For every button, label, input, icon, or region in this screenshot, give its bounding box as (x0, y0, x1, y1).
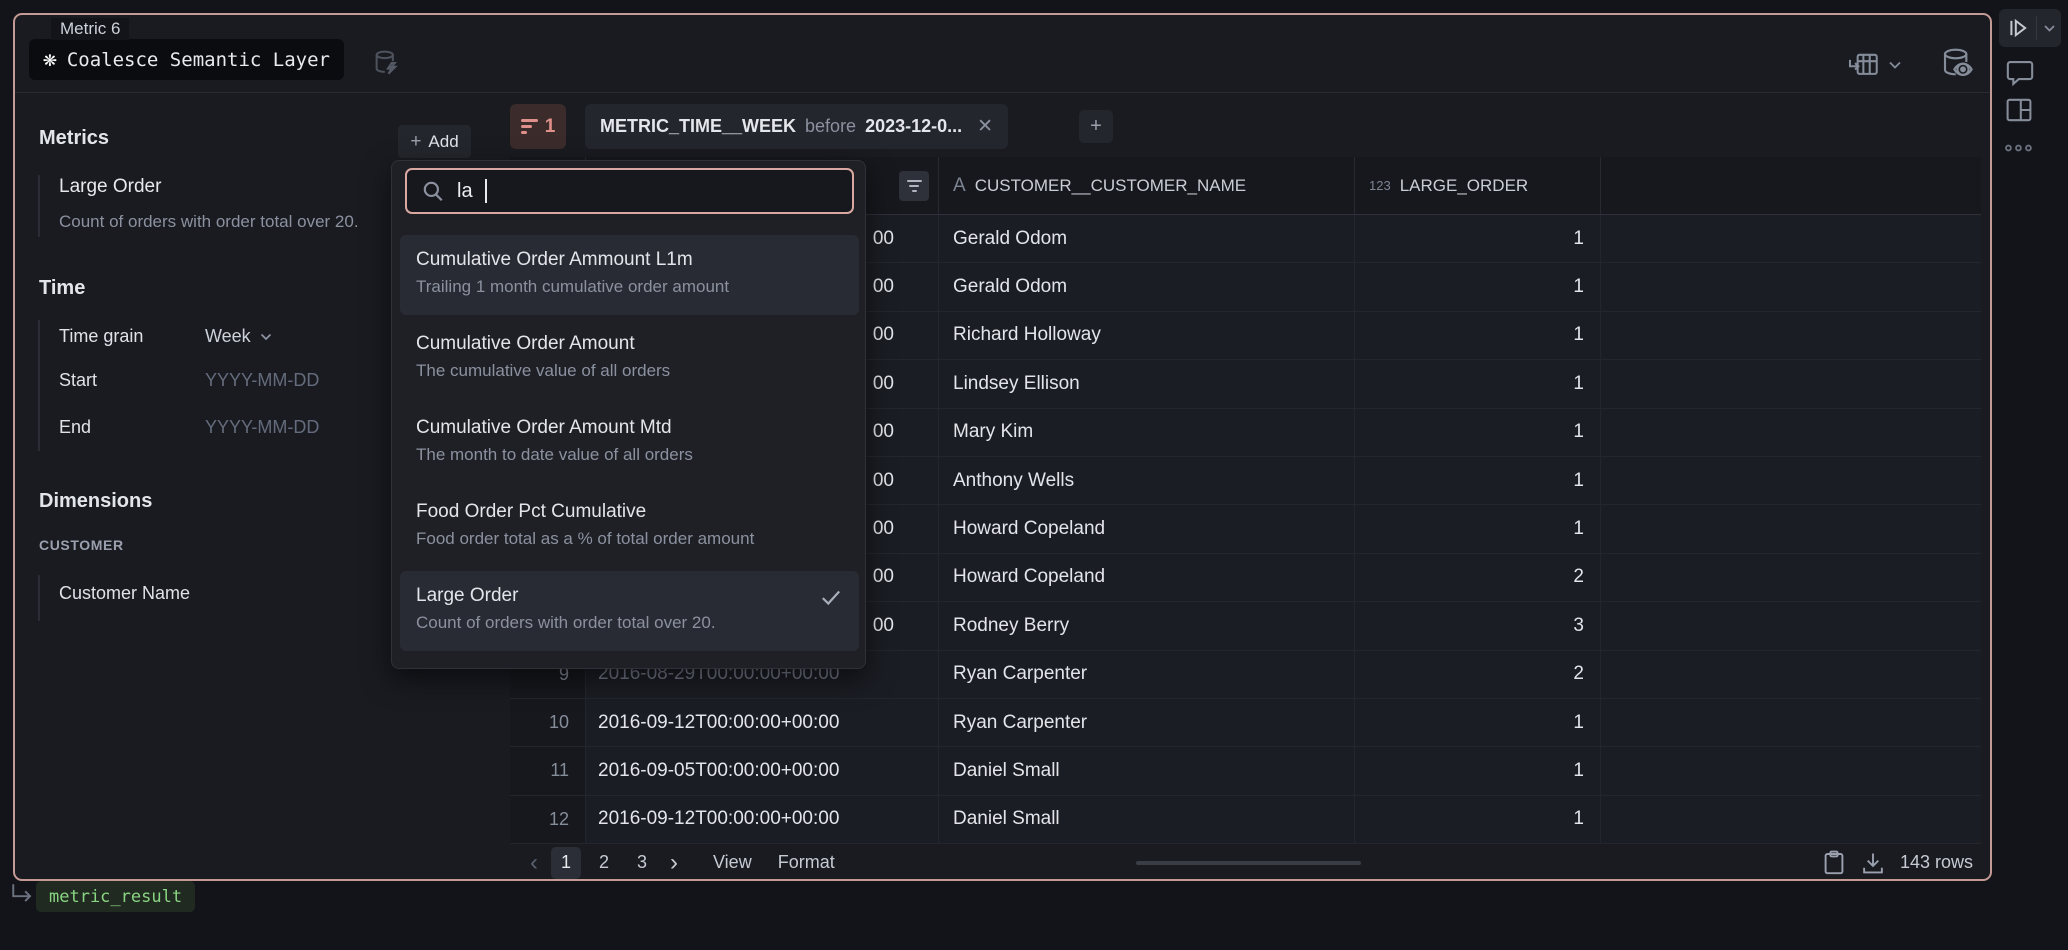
time-heading: Time (39, 277, 85, 300)
filter-count-badge[interactable]: 1 (510, 104, 566, 149)
run-icon (1999, 18, 2036, 38)
run-options-chevron-icon[interactable] (2037, 24, 2061, 33)
prev-page-icon[interactable]: ‹ (521, 849, 547, 877)
search-query: la (457, 180, 473, 203)
more-options-icon[interactable] (2004, 141, 2034, 160)
metric-item-description: Count of orders with order total over 20… (59, 212, 359, 232)
dropdown-option[interactable]: Cumulative Order AmountThe cumulative va… (400, 319, 859, 399)
string-type-icon: A (953, 175, 966, 197)
plus-icon: + (410, 131, 421, 153)
horizontal-scrollbar[interactable] (1136, 861, 1361, 865)
metric-search-dropdown: la Cumulative Order Ammount L1mTrailing … (391, 160, 866, 669)
end-label: End (59, 417, 91, 438)
cell-type-label: Coalesce Semantic Layer (67, 49, 330, 71)
filter-chip[interactable]: METRIC_TIME__WEEK before 2023-12-0... ✕ (585, 104, 1008, 149)
search-icon (421, 179, 445, 203)
chevron-down-icon (259, 332, 273, 342)
copy-icon[interactable] (1822, 849, 1846, 877)
add-metric-button[interactable]: + Add (398, 125, 471, 158)
add-filter-button[interactable]: + (1079, 110, 1113, 143)
table-row[interactable]: 112016-09-05T00:00:00+00:00Daniel Small1 (510, 747, 1981, 795)
metric-item-name[interactable]: Large Order (59, 176, 161, 198)
filter-value: 2023-12-0... (865, 116, 962, 137)
dropdown-option[interactable]: Food Order Pct CumulativeFood order tota… (400, 487, 859, 567)
table-row[interactable]: 122016-09-12T00:00:00+00:00Daniel Small1 (510, 796, 1981, 844)
filter-operator: before (805, 116, 856, 137)
dropdown-option[interactable]: Cumulative Order Ammount L1mTrailing 1 m… (400, 235, 859, 315)
database-preview-icon[interactable] (1938, 46, 1976, 82)
result-variable-tag[interactable]: metric_result (36, 881, 195, 912)
time-grain-select[interactable]: Week (205, 326, 273, 347)
text-caret (485, 179, 487, 203)
table-footer: ‹ 1 2 3 › View Format 143 rows (510, 844, 1981, 881)
customer-column-header[interactable]: A CUSTOMER__CUSTOMER_NAME (939, 157, 1355, 214)
start-label: Start (59, 370, 97, 391)
rows-count: 143 rows (1900, 852, 1973, 873)
metric-cell: ❋ Coalesce Semantic Layer Met (13, 13, 1992, 881)
number-type-icon: 123 (1369, 178, 1391, 193)
dropdown-option[interactable]: Cumulative Order Amount MtdThe month to … (400, 403, 859, 483)
view-button[interactable]: View (713, 852, 752, 873)
time-grain-label: Time grain (59, 326, 143, 347)
coalesce-logo-icon: ❋ (43, 48, 57, 71)
cell-type-badge[interactable]: ❋ Coalesce Semantic Layer (29, 39, 344, 80)
dimension-item[interactable]: Customer Name (59, 583, 190, 604)
empty-column-header (1601, 157, 1981, 214)
remove-filter-icon[interactable]: ✕ (977, 115, 993, 138)
format-button[interactable]: Format (778, 852, 835, 873)
filter-icon (521, 116, 538, 138)
layout-panels-icon[interactable] (2004, 96, 2034, 129)
start-date-input[interactable]: YYYY-MM-DD (205, 370, 319, 391)
toolbar-divider (15, 92, 1990, 93)
table-export-icon[interactable] (1847, 51, 1881, 79)
database-bolt-icon[interactable] (371, 48, 401, 78)
indent-guide (38, 320, 40, 451)
run-cell-button[interactable] (1999, 9, 2061, 47)
end-date-input[interactable]: YYYY-MM-DD (205, 417, 319, 438)
chevron-down-icon[interactable] (1887, 59, 1903, 71)
page-3-button[interactable]: 3 (627, 847, 657, 879)
checkmark-icon (819, 585, 843, 614)
page-1-button[interactable]: 1 (551, 847, 581, 879)
indent-guide (38, 575, 40, 621)
metrics-heading: Metrics (39, 127, 109, 150)
page-2-button[interactable]: 2 (589, 847, 619, 879)
dimensions-heading: Dimensions (39, 490, 152, 513)
filter-field: METRIC_TIME__WEEK (600, 116, 796, 137)
search-input[interactable]: la (405, 168, 854, 214)
cell-frame-label[interactable]: Metric 6 (51, 18, 129, 40)
download-icon[interactable] (1860, 850, 1886, 876)
value-column-header[interactable]: 123 LARGE_ORDER (1355, 157, 1601, 214)
indent-guide (38, 175, 40, 237)
dropdown-option-selected[interactable]: Large OrderCount of orders with order to… (400, 571, 859, 651)
column-filter-icon[interactable] (899, 171, 929, 201)
dimension-group-label: CUSTOMER (39, 537, 124, 553)
table-row[interactable]: 102016-09-12T00:00:00+00:00Ryan Carpente… (510, 699, 1981, 747)
next-page-icon[interactable]: › (661, 849, 687, 877)
output-arrow-icon (10, 882, 36, 911)
comments-icon[interactable] (2004, 59, 2036, 92)
